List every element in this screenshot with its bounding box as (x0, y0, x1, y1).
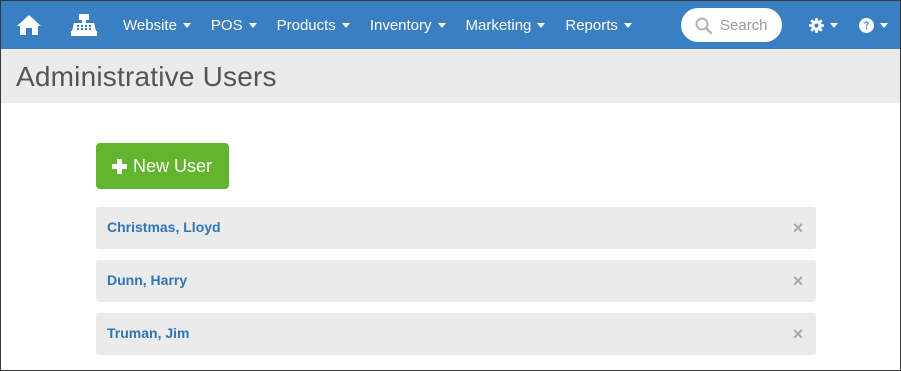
cash-register-icon[interactable] (69, 1, 99, 49)
user-row: Christmas, Lloyd × (96, 207, 816, 249)
close-icon[interactable]: × (792, 325, 804, 343)
page-title: Administrative Users (16, 61, 277, 92)
menu-pos[interactable]: POS (201, 1, 267, 49)
main-menu: Website POS Products Inventory Marketing… (113, 1, 642, 49)
menu-marketing[interactable]: Marketing (456, 1, 556, 49)
caret-down-icon (537, 22, 546, 28)
home-icon[interactable] (15, 1, 43, 49)
help-dropdown[interactable] (859, 1, 888, 49)
new-user-button[interactable]: New User (96, 143, 229, 189)
question-circle-icon (859, 17, 874, 33)
menu-marketing-label: Marketing (465, 16, 532, 34)
search-box[interactable] (681, 8, 782, 42)
close-icon[interactable]: × (792, 272, 804, 290)
menu-reports-label: Reports (565, 16, 618, 34)
menu-pos-label: POS (210, 16, 243, 34)
new-user-label: New User (133, 155, 213, 176)
gear-icon (809, 17, 824, 33)
menu-website[interactable]: Website (113, 1, 201, 49)
menu-inventory-label: Inventory (369, 16, 432, 34)
close-icon[interactable]: × (792, 219, 804, 237)
plus-icon (112, 158, 127, 174)
user-link[interactable]: Christmas, Lloyd (107, 219, 221, 235)
caret-down-icon (880, 22, 888, 28)
menu-website-label: Website (123, 16, 177, 34)
caret-down-icon (248, 22, 257, 28)
caret-down-icon (182, 22, 191, 28)
caret-down-icon (341, 22, 350, 28)
menu-inventory[interactable]: Inventory (360, 1, 456, 49)
menu-products-label: Products (276, 16, 336, 34)
user-row: Dunn, Harry × (96, 260, 816, 302)
menu-reports[interactable]: Reports (555, 1, 642, 49)
user-link[interactable]: Truman, Jim (107, 325, 189, 341)
caret-down-icon (830, 22, 838, 28)
settings-dropdown[interactable] (809, 1, 838, 49)
caret-down-icon (437, 22, 446, 28)
user-row: Truman, Jim × (96, 313, 816, 355)
top-navbar: Website POS Products Inventory Marketing… (1, 1, 900, 49)
user-link[interactable]: Dunn, Harry (107, 272, 187, 288)
page-header: Administrative Users (1, 49, 900, 103)
search-input[interactable] (720, 16, 782, 34)
search-icon (695, 17, 712, 34)
app-frame: Website POS Products Inventory Marketing… (0, 0, 901, 371)
caret-down-icon (623, 22, 632, 28)
menu-products[interactable]: Products (267, 1, 360, 49)
